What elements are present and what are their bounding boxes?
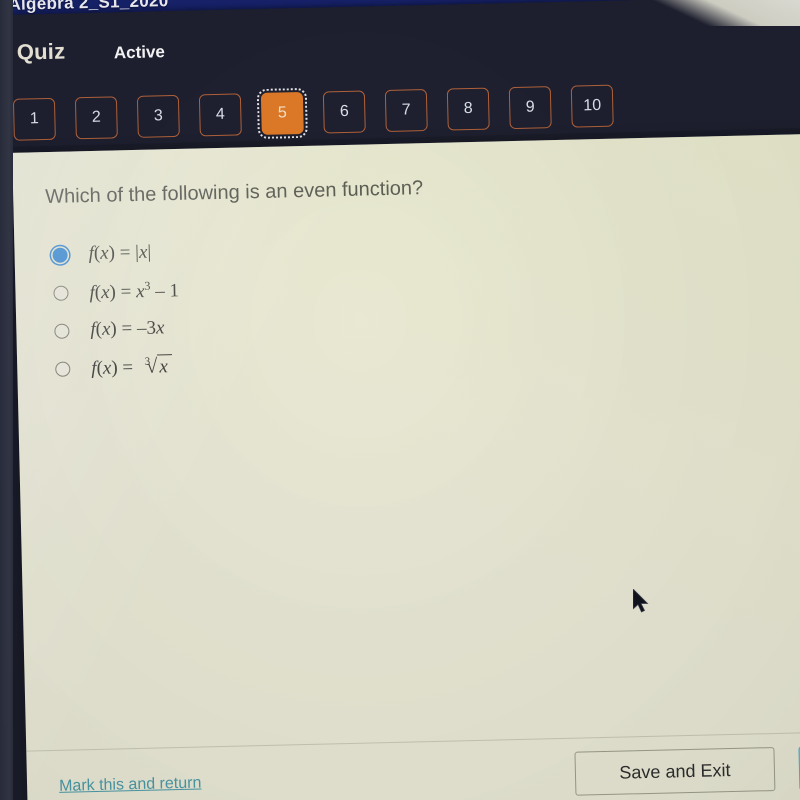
question-number-2[interactable]: 2 (74, 96, 118, 140)
question-number-10[interactable]: 10 (570, 84, 614, 128)
radio-button-d[interactable] (55, 361, 71, 377)
photo-left-edge (0, 0, 13, 800)
question-number-4[interactable]: 4 (198, 93, 242, 137)
quiz-status-label: Active (113, 42, 166, 63)
save-and-exit-button[interactable]: Save and Exit (574, 747, 776, 796)
question-number-nav: 1 2 3 4 5 6 7 8 9 10 (12, 84, 614, 141)
answer-options: f(x) = |x| f(x) = x3 – 1 f(x) = –3x f(x)… (48, 233, 181, 388)
option-row-a[interactable]: f(x) = |x| (48, 233, 178, 274)
option-label-d: f(x) = 3√x (91, 354, 173, 380)
option-label-c: f(x) = –3x (90, 317, 165, 341)
question-number-7[interactable]: 7 (384, 89, 428, 133)
option-label-a: f(x) = |x| (88, 241, 152, 265)
question-prompt: Which of the following is an even functi… (44, 177, 424, 209)
page-glare (12, 132, 800, 800)
radio-button-a[interactable] (52, 247, 68, 263)
question-number-9[interactable]: 9 (508, 86, 552, 130)
radio-button-b[interactable] (53, 285, 69, 301)
quiz-header: Quiz Active 1 2 3 4 5 6 7 8 9 10 (0, 0, 800, 148)
question-number-8[interactable]: 8 (446, 87, 490, 131)
question-number-5[interactable]: 5 (256, 87, 308, 140)
radio-button-c[interactable] (54, 323, 70, 339)
question-number-3[interactable]: 3 (136, 94, 180, 138)
quiz-label: Quiz (16, 38, 66, 65)
option-row-d[interactable]: f(x) = 3√x (51, 347, 181, 388)
question-number-6[interactable]: 6 (322, 90, 366, 134)
option-row-b[interactable]: f(x) = x3 – 1 (49, 271, 179, 312)
option-row-c[interactable]: f(x) = –3x (50, 309, 180, 350)
mark-this-and-return-link[interactable]: Mark this and return (59, 775, 202, 796)
option-label-b: f(x) = x3 – 1 (89, 278, 180, 304)
quiz-screenshot: _Algebra 2_S1_2020 Quiz Active 1 2 3 4 5… (0, 0, 800, 800)
question-number-1[interactable]: 1 (12, 97, 56, 141)
quiz-content-page: Which of the following is an even functi… (12, 132, 800, 800)
